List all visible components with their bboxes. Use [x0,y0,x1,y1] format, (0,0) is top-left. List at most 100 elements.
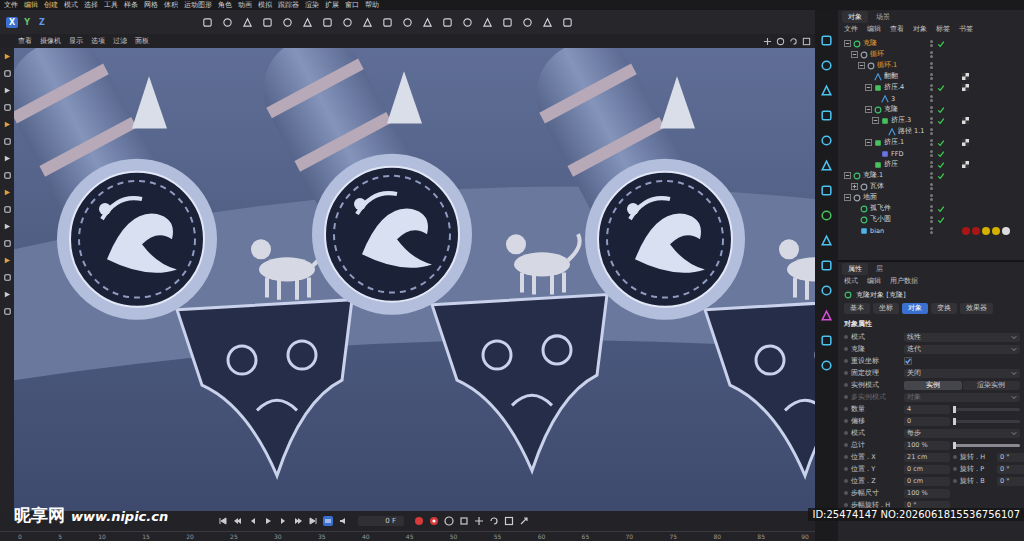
animate-dot[interactable] [953,455,957,459]
next-key-icon[interactable] [293,516,303,526]
axis-toggle[interactable]: X [6,17,18,28]
link-icon[interactable] [820,234,833,247]
slider-track[interactable] [953,408,1020,411]
enabled-check-icon[interactable] [937,150,945,158]
panel-menu-item[interactable]: 书签 [959,25,973,35]
object-row[interactable]: 挤压 [838,159,1024,170]
gen-icon[interactable] [382,17,393,28]
expand-toggle-icon[interactable] [844,40,851,47]
attribute-subtab[interactable]: 对象 [902,303,928,314]
number-field[interactable]: 0 cm [904,477,950,486]
menu-item[interactable]: 工具 [104,0,118,10]
record-icon[interactable] [414,516,424,526]
object-row[interactable]: 循环 [838,49,1024,60]
viewport-menu-item[interactable]: 显示 [69,37,83,46]
visibility-dots[interactable] [930,73,933,80]
object-row[interactable]: 翻翻 [838,71,1024,82]
expand-toggle-icon[interactable] [858,62,865,69]
enabled-check-icon[interactable] [937,227,945,235]
pointer-icon[interactable] [242,17,253,28]
number-field[interactable]: 100 % [904,489,950,498]
panel-tab[interactable]: 对象 [842,11,868,23]
object-row[interactable]: 飞小圆 [838,214,1024,225]
visibility-dots[interactable] [930,205,933,212]
texture-tag-icon[interactable] [962,139,969,146]
texture-tag-icon[interactable] [962,161,969,168]
menu-item[interactable]: 跟踪器 [278,0,299,10]
select-icon[interactable] [3,69,12,78]
menu-item[interactable]: 创建 [44,0,58,10]
enabled-check-icon[interactable] [937,106,945,114]
enabled-check-icon[interactable] [937,40,945,48]
menu-item[interactable]: 帮助 [365,0,379,10]
enabled-check-icon[interactable] [937,194,945,202]
object-row[interactable]: 地面 [838,192,1024,203]
axis-toggle[interactable]: Y [21,17,33,28]
kinect-icon[interactable] [562,17,573,28]
cam-icon[interactable] [820,259,833,272]
cylinder-icon[interactable] [820,134,833,147]
object-row[interactable]: 路径 1.1 [838,126,1024,137]
enabled-check-icon[interactable] [937,161,945,169]
object-row[interactable]: 孤飞件 [838,203,1024,214]
timeline-ruler[interactable]: 051015202530354045505560657075808590 [0,531,815,541]
enabled-check-icon[interactable] [937,216,945,224]
key-scale-icon[interactable] [504,516,514,526]
animate-dot[interactable] [844,419,848,423]
animate-dot[interactable] [844,467,848,471]
enabled-check-icon[interactable] [937,172,945,180]
expand-toggle-icon[interactable] [872,117,879,124]
menu-item[interactable]: 文件 [4,0,18,10]
scale-icon[interactable] [3,137,12,146]
sheet-icon[interactable] [820,334,833,347]
menu-item[interactable]: 编辑 [24,0,38,10]
animate-dot[interactable] [953,479,957,483]
object-row[interactable]: bian [838,225,1024,236]
material-tag[interactable] [982,227,990,235]
object-row[interactable]: 3 [838,93,1024,104]
panel-menu-item[interactable]: 编辑 [867,25,881,35]
material-tag[interactable] [962,227,970,235]
visibility-dots[interactable] [930,40,933,47]
texture-tag-icon[interactable] [962,117,969,124]
key-param-icon[interactable] [519,516,529,526]
loop-icon[interactable] [3,273,12,282]
menu-item[interactable]: 模式 [64,0,78,10]
play-icon[interactable] [263,516,273,526]
animate-dot[interactable] [844,491,848,495]
key-selection-icon[interactable] [459,516,469,526]
visibility-dots[interactable] [930,161,933,168]
panel-menu-item[interactable]: 文件 [844,25,858,35]
viewport-menu-item[interactable]: 选项 [91,37,105,46]
visibility-dots[interactable] [930,183,933,190]
object-row[interactable]: 瓦体 [838,181,1024,192]
visibility-dots[interactable] [930,95,933,102]
attribute-subtab[interactable]: 坐标 [873,303,899,314]
expand-toggle-icon[interactable] [851,183,858,190]
menu-item[interactable]: 体积 [164,0,178,10]
axis-toggle[interactable]: Z [36,17,48,28]
material-tag[interactable] [972,227,980,235]
knife-icon[interactable] [3,171,12,180]
enabled-check-icon[interactable] [937,128,945,136]
menu-item[interactable]: 扩展 [325,0,339,10]
dropdown[interactable]: 线性 [904,333,1020,342]
animate-dot[interactable] [844,443,848,447]
expand-toggle-icon[interactable] [844,172,851,179]
maximize-view-icon[interactable] [802,37,811,46]
expand-toggle-icon[interactable] [851,51,858,58]
enabled-check-icon[interactable] [937,51,945,59]
snap-icon[interactable] [522,17,533,28]
bend-icon[interactable] [3,205,12,214]
visibility-dots[interactable] [930,194,933,201]
animate-dot[interactable] [844,455,848,459]
attribute-subtab[interactable]: 基本 [844,303,870,314]
scale-icon[interactable] [302,17,313,28]
render-icon[interactable] [462,17,473,28]
panel-menu-item[interactable]: 查看 [890,25,904,35]
attribute-subtab[interactable]: 效果器 [960,303,993,314]
plane-icon[interactable] [820,109,833,122]
expand-toggle-icon[interactable] [865,106,872,113]
weld-icon[interactable] [3,307,12,316]
undo-icon[interactable] [202,17,213,28]
